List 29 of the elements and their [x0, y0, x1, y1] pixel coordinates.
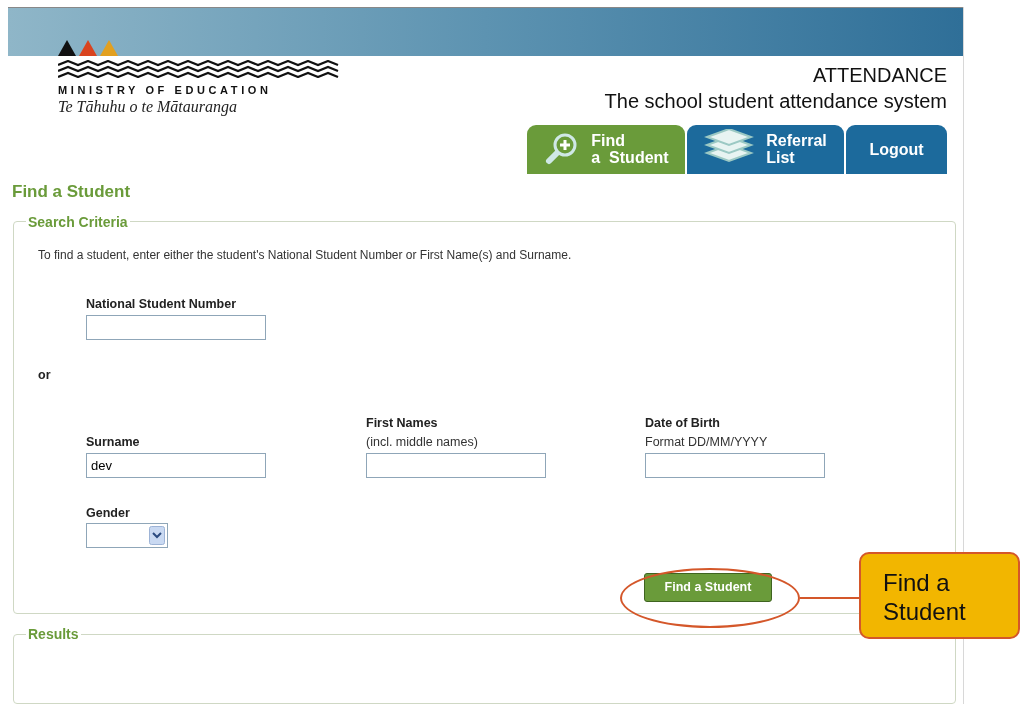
- find-student-button[interactable]: Find a Student: [644, 572, 772, 602]
- panel-legend: Results: [26, 626, 81, 643]
- app-subtitle: The school student attendance system: [604, 89, 947, 113]
- page-title: Find a Student: [12, 181, 132, 202]
- field-hint: Format DD/MM/YYYY: [645, 434, 769, 449]
- panel-legend: Search Criteria: [26, 213, 130, 230]
- leader-line: [800, 597, 860, 599]
- app-title: ATTENDANCE: [812, 63, 947, 87]
- nav-tab[interactable]: Logout: [846, 124, 947, 174]
- organisation-subtitle: Te Tāhuhu o te Mātauranga: [58, 97, 238, 116]
- field-label: First Names: [366, 415, 439, 430]
- field-label: Gender: [86, 505, 131, 520]
- nav-tab[interactable]: Find a Student: [527, 124, 685, 174]
- input-field[interactable]: dev: [86, 452, 266, 478]
- instructions-text: To find a student, enter either the student's National Student Number or First Name(s) and Surname.: [38, 247, 573, 262]
- field-hint: (incl. middle names): [366, 434, 479, 449]
- or-text: or: [38, 367, 52, 382]
- nav-tab[interactable]: Referral List: [687, 124, 844, 174]
- field-label: Date of Birth: [645, 415, 721, 430]
- field-label: Surname: [86, 434, 141, 449]
- input-field[interactable]: [366, 452, 546, 478]
- callout-note: Find a Student: [859, 552, 1020, 639]
- input-field[interactable]: [645, 452, 825, 478]
- gender-select[interactable]: [86, 522, 168, 548]
- field-label: National Student Number: [86, 296, 237, 311]
- caret-icon: [149, 525, 165, 545]
- logo-triangles-icon: [58, 39, 120, 56]
- input-field[interactable]: [86, 314, 266, 340]
- organisation-name: MINISTRY OF EDUCATION: [58, 83, 273, 96]
